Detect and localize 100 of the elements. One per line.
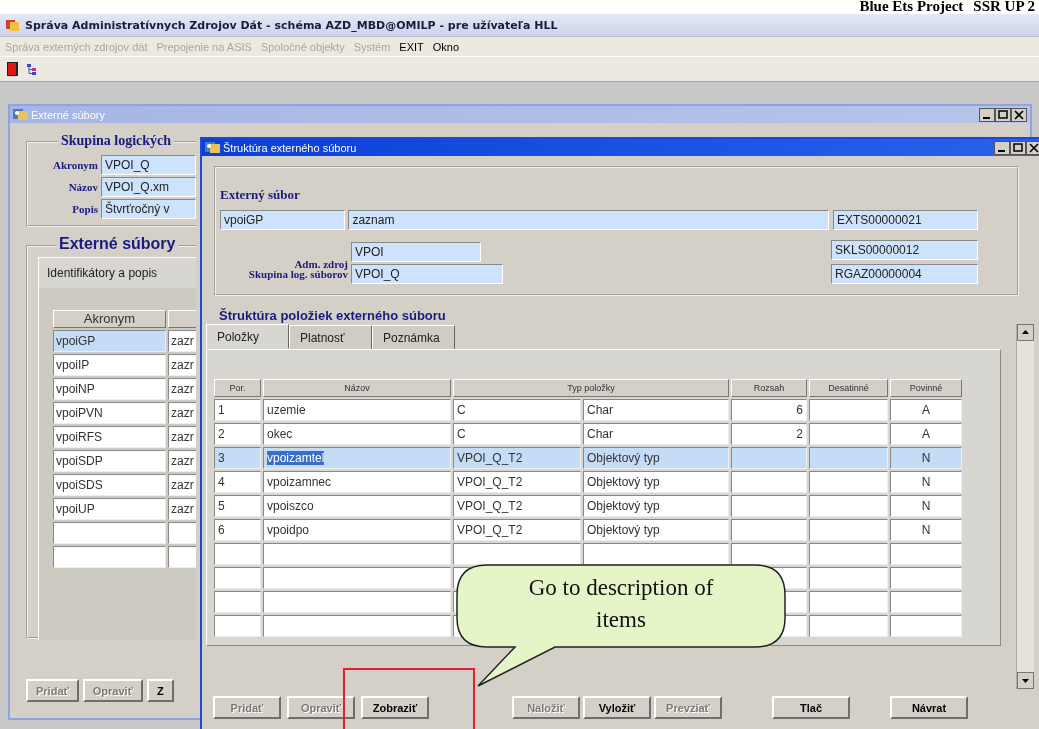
column-header: Názov (263, 379, 451, 397)
group-title: Skupina logických (58, 133, 175, 149)
field-label: Popis (71, 203, 98, 215)
column-header: Akronym (53, 310, 166, 328)
table-cell: vpoidpo (263, 519, 451, 541)
table-cell: Char (583, 399, 729, 421)
table-cell: A (890, 399, 962, 421)
window-title: Štruktúra externého súboru (223, 141, 358, 154)
form-button[interactable]: Tlač (772, 696, 850, 719)
column-header: Rozsah (731, 379, 807, 397)
form-icon (13, 108, 28, 121)
form-button[interactable]: Z (146, 679, 174, 702)
table-cell: okec (263, 423, 451, 445)
table-cell: Char (583, 423, 729, 445)
table-cell: C (453, 399, 581, 421)
input-field[interactable]: VPOI_Q (351, 264, 503, 284)
input-field[interactable]: VPOI_Q (101, 155, 196, 175)
table-cell: vpoiUP (53, 498, 166, 520)
callout-text: Go to description of items (527, 574, 715, 634)
table-cell: 2 (214, 423, 261, 445)
table-cell: 1 (214, 399, 261, 421)
exit-door-icon[interactable] (5, 61, 21, 77)
tab[interactable]: Poznámka (372, 325, 455, 350)
tab[interactable]: Platnosť (289, 325, 372, 350)
slide-title: Blue Ets Project (859, 0, 964, 14)
form-button[interactable]: Zobraziť (361, 696, 429, 719)
hierarchy-icon[interactable] (24, 61, 40, 77)
table-cell: zazr (168, 354, 196, 376)
table-cell: 2 (731, 423, 807, 445)
table-cell: Objektový typ (583, 447, 729, 469)
scroll-up-icon[interactable] (1017, 324, 1034, 341)
input-field[interactable]: EXTS00000021 (832, 210, 978, 230)
tab[interactable]: Identifikátory a popis (38, 257, 196, 288)
window-controls[interactable] (979, 107, 1027, 122)
table-cell: VPOI_Q_T2 (453, 495, 581, 517)
input-field[interactable]: VPOI (351, 242, 481, 262)
menu-item[interactable]: EXIT (399, 40, 424, 53)
table-cell: zazr (168, 426, 196, 448)
field-label: Akronym (51, 159, 98, 171)
tab[interactable]: Položky (206, 324, 289, 349)
table-cell: N (890, 519, 962, 541)
table-cell: vpoiIP (53, 354, 166, 376)
section-title: Externé súbory (56, 235, 179, 253)
input-field[interactable]: VPOI_Q.xm (101, 177, 196, 197)
table-cell: 6 (214, 519, 261, 541)
input-field[interactable]: vpoiGP (220, 210, 346, 230)
column-header: Povinné (890, 379, 962, 397)
field-label: Adm. zdroj (293, 258, 348, 270)
table-cell: vpoizamtel (263, 447, 451, 469)
table-cell: VPOI_Q_T2 (453, 447, 581, 469)
table-cell: vpoiNP (53, 378, 166, 400)
column-header: Typ položky (453, 379, 729, 397)
table-cell: C (453, 423, 581, 445)
table-cell: zazr (168, 450, 196, 472)
table-cell: zazr (168, 474, 196, 496)
window-title: Externé súbory (31, 108, 106, 121)
table-cell: zazr (168, 378, 196, 400)
input-field[interactable]: zaznam (348, 210, 829, 230)
table-cell: vpoiRFS (53, 426, 166, 448)
table-cell: vpoiSDP (53, 450, 166, 472)
table-cell: vpoiGP (53, 330, 166, 352)
window-controls[interactable] (994, 140, 1039, 155)
input-field[interactable]: SKLS00000012 (831, 240, 978, 260)
table-cell: VPOI_Q_T2 (453, 519, 581, 541)
table-cell: Objektový typ (583, 495, 729, 517)
table-cell: zazr (168, 330, 196, 352)
table-cell: vpoiSDS (53, 474, 166, 496)
table-cell: zazr (168, 498, 196, 520)
table-cell: 4 (214, 471, 261, 493)
app-icon (5, 18, 20, 32)
table-cell: VPOI_Q_T2 (453, 471, 581, 493)
window-title: Správa Administratívnych Zdrojov Dát - schéma AZD_MBD@OMILP - pre užívateľa HLL (25, 18, 558, 32)
table-cell: 3 (214, 447, 261, 469)
scroll-down-icon[interactable] (1017, 672, 1034, 689)
form-button[interactable]: Návrat (890, 696, 968, 719)
table-cell: uzemie (263, 399, 451, 421)
form-icon (205, 141, 220, 154)
table-cell: N (890, 471, 962, 493)
table-cell: 5 (214, 495, 261, 517)
slide-subtitle: SSR UP 2 (973, 0, 1035, 14)
table-cell: A (890, 423, 962, 445)
table-cell: Objektový typ (583, 519, 729, 541)
form-button[interactable]: Vyložiť (583, 696, 651, 719)
input-field[interactable]: Štvrťročný v (101, 199, 196, 219)
table-cell: vpoiszco (263, 495, 451, 517)
table-cell: Objektový typ (583, 471, 729, 493)
table-cell: 6 (731, 399, 807, 421)
field-label: Názov (67, 181, 98, 193)
input-field[interactable]: RGAZ00000004 (831, 264, 978, 284)
table-cell: N (890, 447, 962, 469)
table-cell: N (890, 495, 962, 517)
table-cell: vpoizamnec (263, 471, 451, 493)
column-header: Desatinné (809, 379, 888, 397)
group-title: Externý súbor (220, 187, 301, 203)
table-cell: vpoiPVN (53, 402, 166, 424)
menu-item[interactable]: Okno (432, 40, 460, 53)
section-title: Štruktúra položiek externého súboru (219, 308, 447, 323)
table-cell: zazr (168, 402, 196, 424)
scrollbar[interactable] (1016, 324, 1034, 689)
column-header: Por. (214, 379, 261, 397)
